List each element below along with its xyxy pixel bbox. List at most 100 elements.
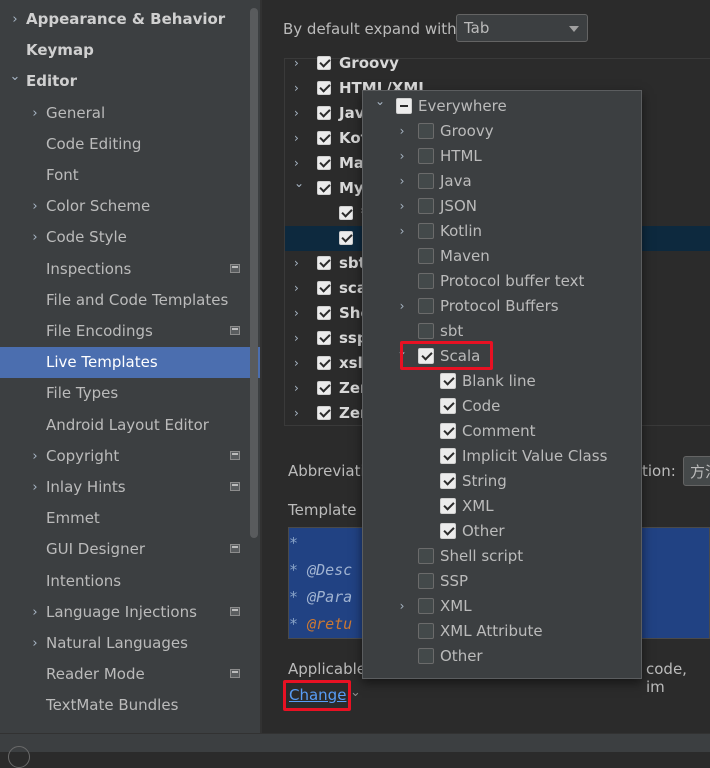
context-item-maven[interactable]: Maven <box>363 244 641 269</box>
context-checkbox[interactable] <box>418 323 434 339</box>
group-checkbox[interactable] <box>317 131 331 145</box>
sidebar-item-file-encodings[interactable]: File Encodings <box>0 316 260 347</box>
chevron-right-icon[interactable]: › <box>294 101 299 126</box>
sidebar-item-textmate-bundles[interactable]: TextMate Bundles <box>0 690 260 721</box>
group-checkbox[interactable] <box>317 381 331 395</box>
chevron-right-icon[interactable]: › <box>294 401 299 426</box>
context-item-shell-script[interactable]: Shell script <box>363 544 641 569</box>
sidebar-item-file-and-code-templates[interactable]: File and Code Templates <box>0 285 260 316</box>
sidebar-item-code-editing[interactable]: Code Editing <box>0 129 260 160</box>
sidebar-item-emmet[interactable]: Emmet <box>0 503 260 534</box>
context-checkbox[interactable] <box>418 573 434 589</box>
sidebar-item-copyright[interactable]: › Copyright <box>0 441 260 472</box>
context-checkbox[interactable] <box>418 623 434 639</box>
chevron-right-icon[interactable]: › <box>294 326 299 351</box>
sidebar-item-general[interactable]: › General <box>0 98 260 129</box>
context-item-ssp[interactable]: SSP <box>363 569 641 594</box>
context-item-other[interactable]: Other <box>363 519 641 544</box>
context-checkbox[interactable] <box>440 448 456 464</box>
chevron-right-icon[interactable]: › <box>28 472 42 503</box>
context-checkbox[interactable] <box>440 398 456 414</box>
chevron-right-icon[interactable]: › <box>294 351 299 376</box>
group-checkbox[interactable] <box>317 306 331 320</box>
context-checkbox[interactable] <box>418 248 434 264</box>
sidebar-item-file-types[interactable]: File Types <box>0 378 260 409</box>
group-checkbox[interactable] <box>317 281 331 295</box>
group-checkbox[interactable] <box>339 206 353 220</box>
chevron-right-icon[interactable]: › <box>396 169 408 194</box>
chevron-down-icon[interactable]: ⌄ <box>294 171 304 196</box>
chevron-right-icon[interactable]: › <box>294 126 299 151</box>
chevron-right-icon[interactable]: › <box>294 301 299 326</box>
context-item-xml[interactable]: XML <box>363 494 641 519</box>
chevron-right-icon[interactable]: › <box>396 119 408 144</box>
sidebar-item-gui-designer[interactable]: GUI Designer <box>0 534 260 565</box>
sidebar-item-android-layout-editor[interactable]: Android Layout Editor <box>0 410 260 441</box>
sidebar-item-font[interactable]: Font <box>0 160 260 191</box>
chevron-right-icon[interactable]: › <box>396 294 408 319</box>
context-checkbox[interactable] <box>418 598 434 614</box>
sidebar-item-intentions[interactable]: Intentions <box>0 566 260 597</box>
context-item-xml-attribute[interactable]: XML Attribute <box>363 619 641 644</box>
sidebar-item-inspections[interactable]: Inspections <box>0 254 260 285</box>
group-checkbox[interactable] <box>317 56 331 70</box>
context-item-everywhere[interactable]: ⌄ Everywhere <box>363 94 641 119</box>
group-checkbox[interactable] <box>317 81 331 95</box>
context-checkbox[interactable] <box>418 223 434 239</box>
context-item-kotlin[interactable]: › Kotlin <box>363 219 641 244</box>
context-item-blank-line[interactable]: Blank line <box>363 369 641 394</box>
context-item-string[interactable]: String <box>363 469 641 494</box>
chevron-right-icon[interactable]: › <box>28 628 42 659</box>
context-item-xml[interactable]: › XML <box>363 594 641 619</box>
group-checkbox[interactable] <box>317 181 331 195</box>
context-checkbox[interactable] <box>418 148 434 164</box>
template-group-row[interactable]: › Groovy <box>285 51 710 76</box>
sidebar-item-appearance-behavior[interactable]: › Appearance & Behavior <box>0 4 260 35</box>
chevron-right-icon[interactable]: › <box>28 597 42 628</box>
context-checkbox[interactable] <box>440 373 456 389</box>
description-field[interactable]: 方法 <box>683 456 710 486</box>
context-checkbox[interactable] <box>440 473 456 489</box>
context-item-protocol-buffers[interactable]: › Protocol Buffers <box>363 294 641 319</box>
context-checkbox[interactable] <box>440 498 456 514</box>
context-item-protocol-buffer-text[interactable]: Protocol buffer text <box>363 269 641 294</box>
chevron-right-icon[interactable]: › <box>396 219 408 244</box>
group-checkbox[interactable] <box>317 406 331 420</box>
chevron-right-icon[interactable]: › <box>8 4 22 35</box>
chevron-right-icon[interactable]: › <box>396 194 408 219</box>
group-checkbox[interactable] <box>317 156 331 170</box>
context-checkbox[interactable] <box>396 98 412 114</box>
group-checkbox[interactable] <box>317 106 331 120</box>
chevron-right-icon[interactable]: › <box>396 144 408 169</box>
sidebar-item-keymap[interactable]: Keymap <box>0 35 260 66</box>
context-item-implicit-value-class[interactable]: Implicit Value Class <box>363 444 641 469</box>
sidebar-item-inlay-hints[interactable]: › Inlay Hints <box>0 472 260 503</box>
context-item-json[interactable]: › JSON <box>363 194 641 219</box>
context-checkbox[interactable] <box>418 298 434 314</box>
group-checkbox[interactable] <box>317 331 331 345</box>
chevron-down-icon[interactable]: ⌄ <box>374 89 386 114</box>
group-checkbox[interactable] <box>317 356 331 370</box>
group-checkbox[interactable] <box>339 231 353 245</box>
chevron-right-icon[interactable]: › <box>294 376 299 401</box>
sidebar-item-reader-mode[interactable]: Reader Mode <box>0 659 260 690</box>
context-checkbox[interactable] <box>418 123 434 139</box>
context-item-other[interactable]: Other <box>363 644 641 669</box>
sidebar-item-editor[interactable]: ⌄ Editor <box>0 66 260 97</box>
chevron-right-icon[interactable]: › <box>28 441 42 472</box>
sidebar-item-color-scheme[interactable]: › Color Scheme <box>0 191 260 222</box>
context-checkbox[interactable] <box>418 173 434 189</box>
sidebar-item-natural-languages[interactable]: › Natural Languages <box>0 628 260 659</box>
sidebar-item-live-templates[interactable]: Live Templates <box>0 347 260 379</box>
context-item-comment[interactable]: Comment <box>363 419 641 444</box>
context-checkbox[interactable] <box>418 273 434 289</box>
chevron-down-icon[interactable]: ⌄ <box>8 61 22 92</box>
chevron-right-icon[interactable]: › <box>28 191 42 222</box>
context-item-html[interactable]: › HTML <box>363 144 641 169</box>
chevron-right-icon[interactable]: › <box>294 251 299 276</box>
context-checkbox[interactable] <box>418 548 434 564</box>
sidebar-scrollbar[interactable] <box>250 8 258 538</box>
chevron-right-icon[interactable]: › <box>294 76 299 101</box>
context-item-java[interactable]: › Java <box>363 169 641 194</box>
context-checkbox[interactable] <box>418 648 434 664</box>
